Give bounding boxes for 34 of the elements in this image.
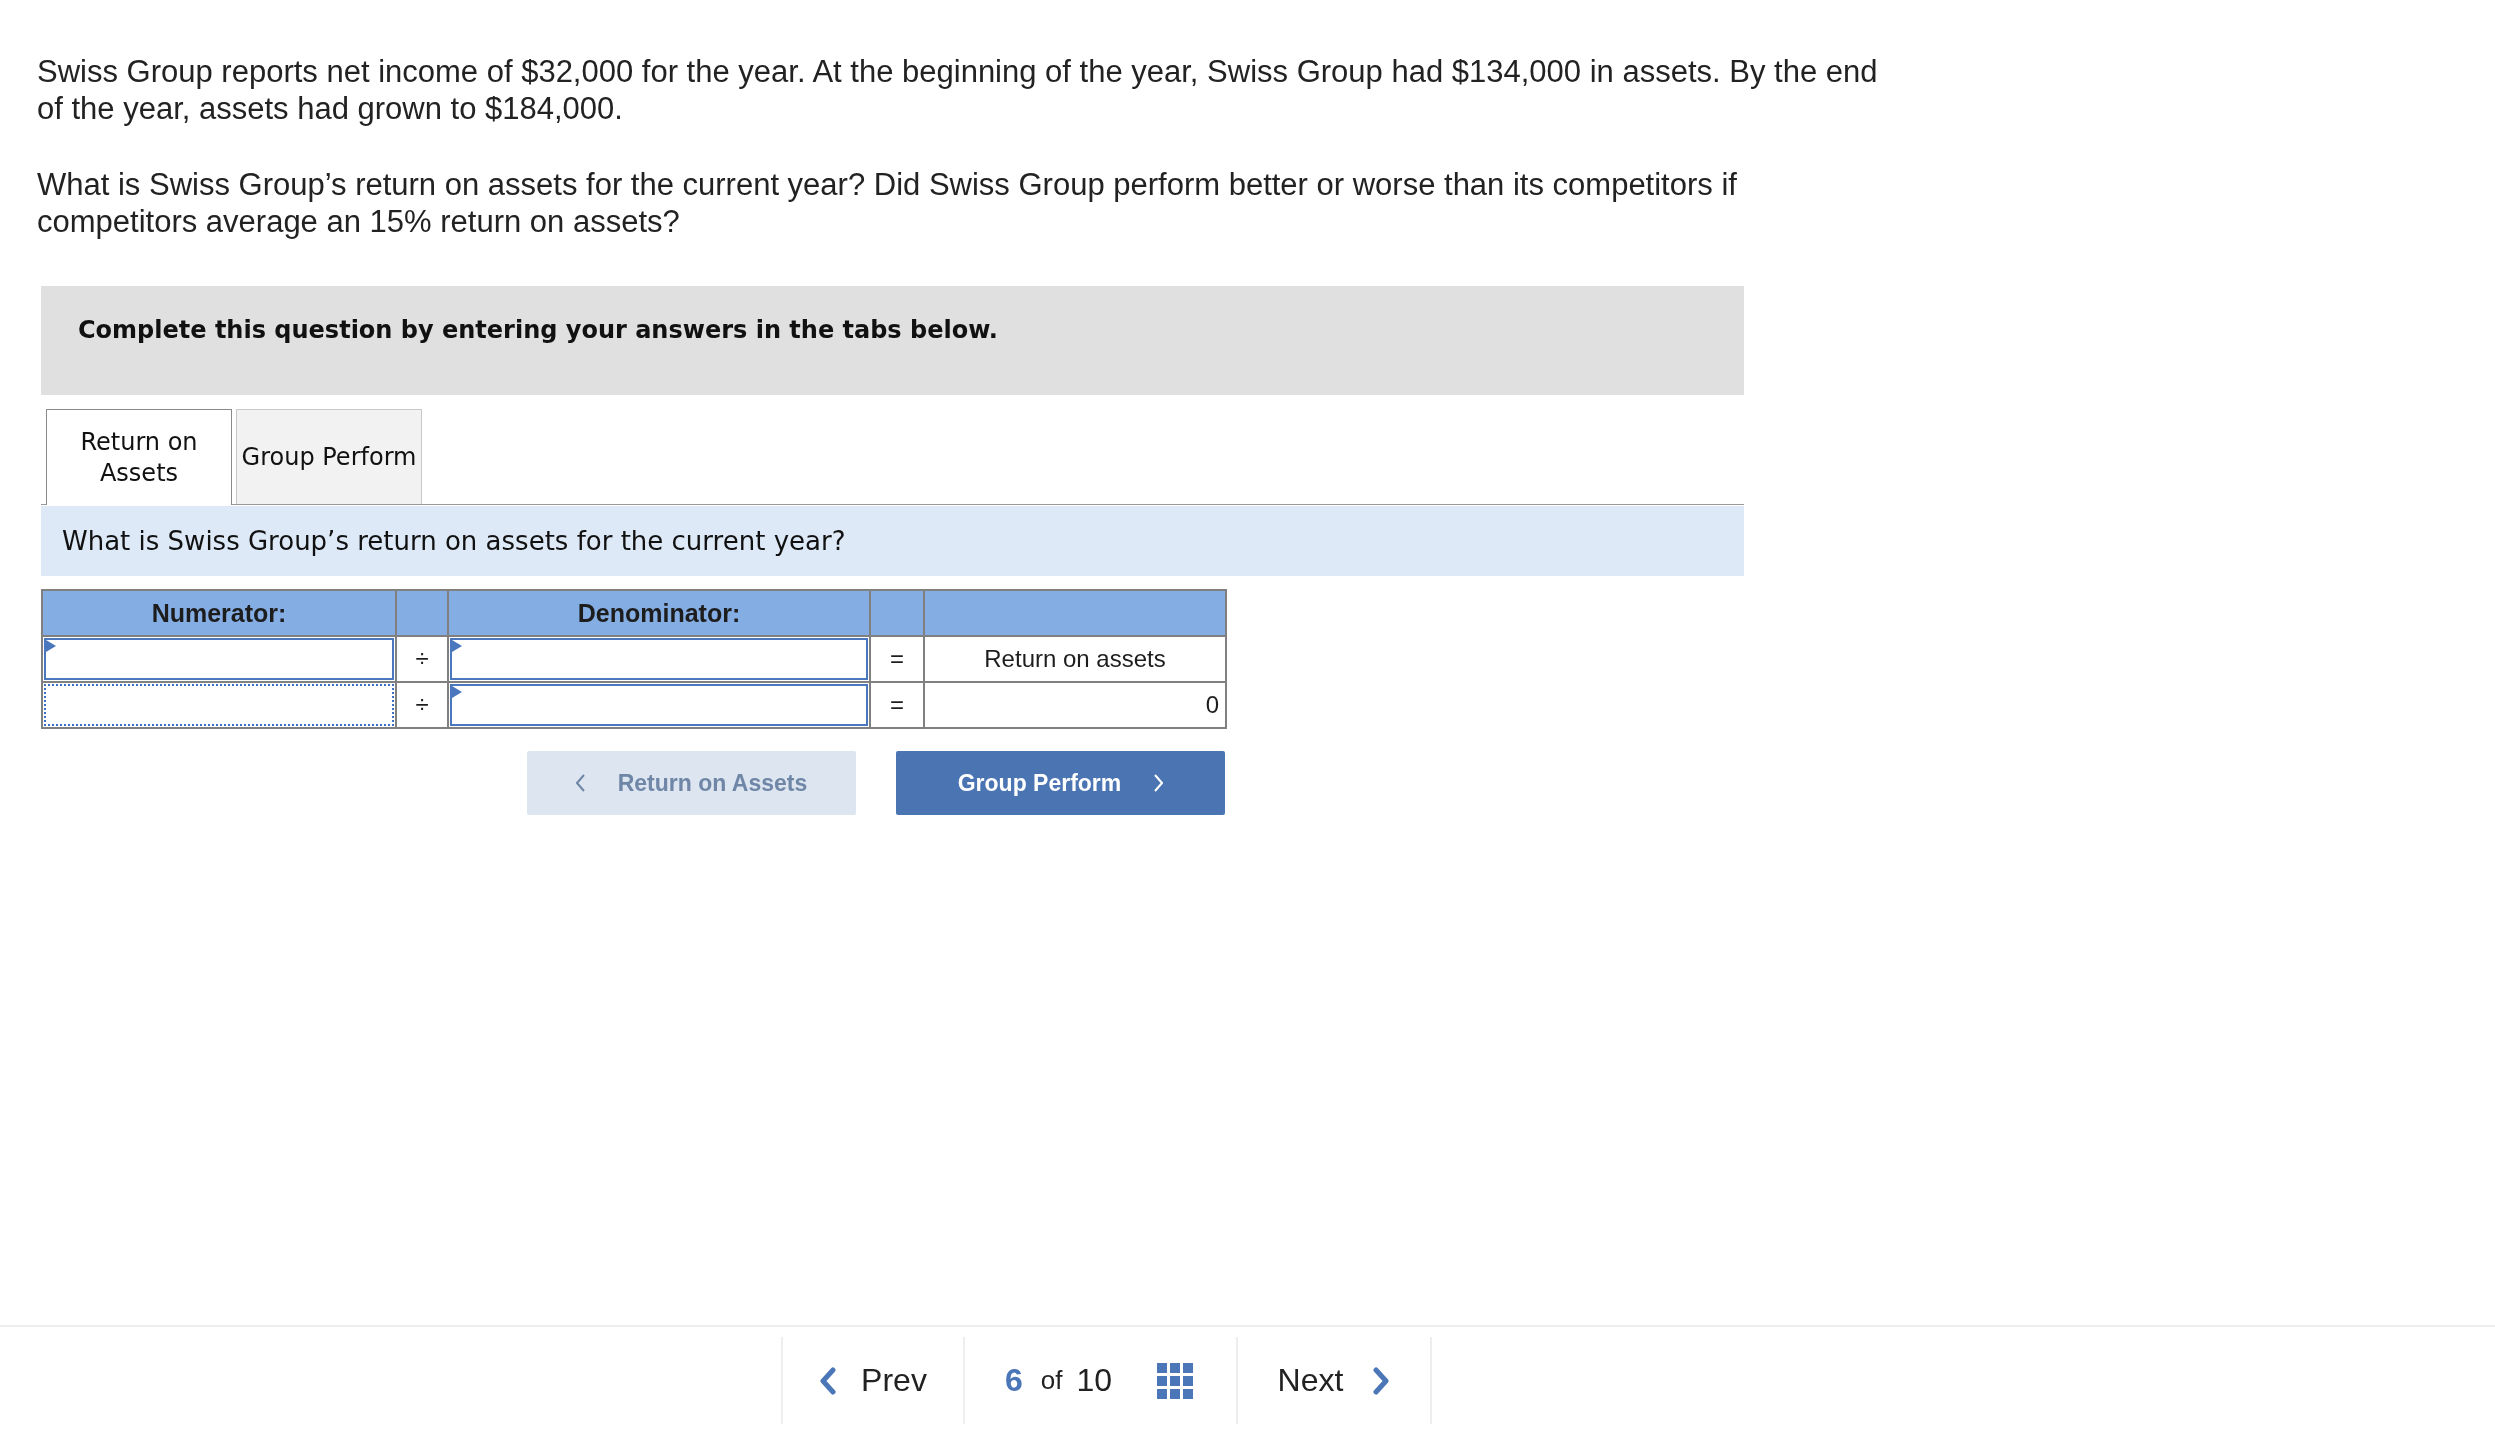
question-paragraph: Swiss Group reports net income of $32,000 for the year. At the beginning of the year, Swiss Group had $134,000 in assets. By the end of the year, assets had grown to $184,000. — [37, 53, 1879, 127]
table-cell: = — [871, 683, 923, 727]
prev-button[interactable]: Prev — [781, 1337, 965, 1424]
triangle-marker-icon — [452, 686, 462, 698]
chevron-right-icon — [1372, 1366, 1391, 1395]
instruction-text: Complete this question by entering your answers in the tabs below. — [78, 316, 998, 344]
input-field[interactable] — [44, 684, 394, 726]
table-header-cell — [871, 591, 923, 635]
input-field[interactable] — [450, 638, 868, 680]
table-cell: ÷ — [397, 637, 447, 681]
table-cell: ÷ — [397, 683, 447, 727]
triangle-marker-icon — [46, 640, 56, 652]
prompt-text: What is Swiss Group’s return on assets for the current year? — [62, 526, 846, 556]
of-label: of — [1040, 1365, 1063, 1396]
grid-icon[interactable] — [1157, 1362, 1194, 1399]
triangle-marker-icon — [452, 640, 462, 652]
next-button[interactable]: Next — [1236, 1337, 1432, 1424]
forward-button[interactable]: Group Perform — [896, 751, 1225, 815]
question-total: 10 — [1076, 1362, 1113, 1399]
chevron-left-icon — [575, 774, 586, 792]
table-cell: = — [871, 637, 923, 681]
input-field[interactable] — [44, 638, 394, 680]
input-field[interactable] — [450, 684, 868, 726]
chevron-right-icon — [1153, 774, 1164, 792]
tab[interactable]: Group Perform — [236, 409, 422, 504]
question-paragraph: What is Swiss Group’s return on assets for the current year? Did Swiss Group perform better or worse than its competitors if competitors average an 15% return on assets? — [37, 166, 1738, 240]
table-header-cell: Numerator: — [43, 591, 395, 635]
table-header-cell — [397, 591, 447, 635]
table-cell: 0 — [925, 683, 1225, 727]
chevron-left-icon — [819, 1366, 838, 1395]
table-cell: Return on assets — [925, 637, 1225, 681]
current-question-number: 6 — [1005, 1362, 1023, 1399]
table-header-cell: Denominator: — [449, 591, 869, 635]
tab[interactable]: Return on Assets — [46, 409, 232, 505]
